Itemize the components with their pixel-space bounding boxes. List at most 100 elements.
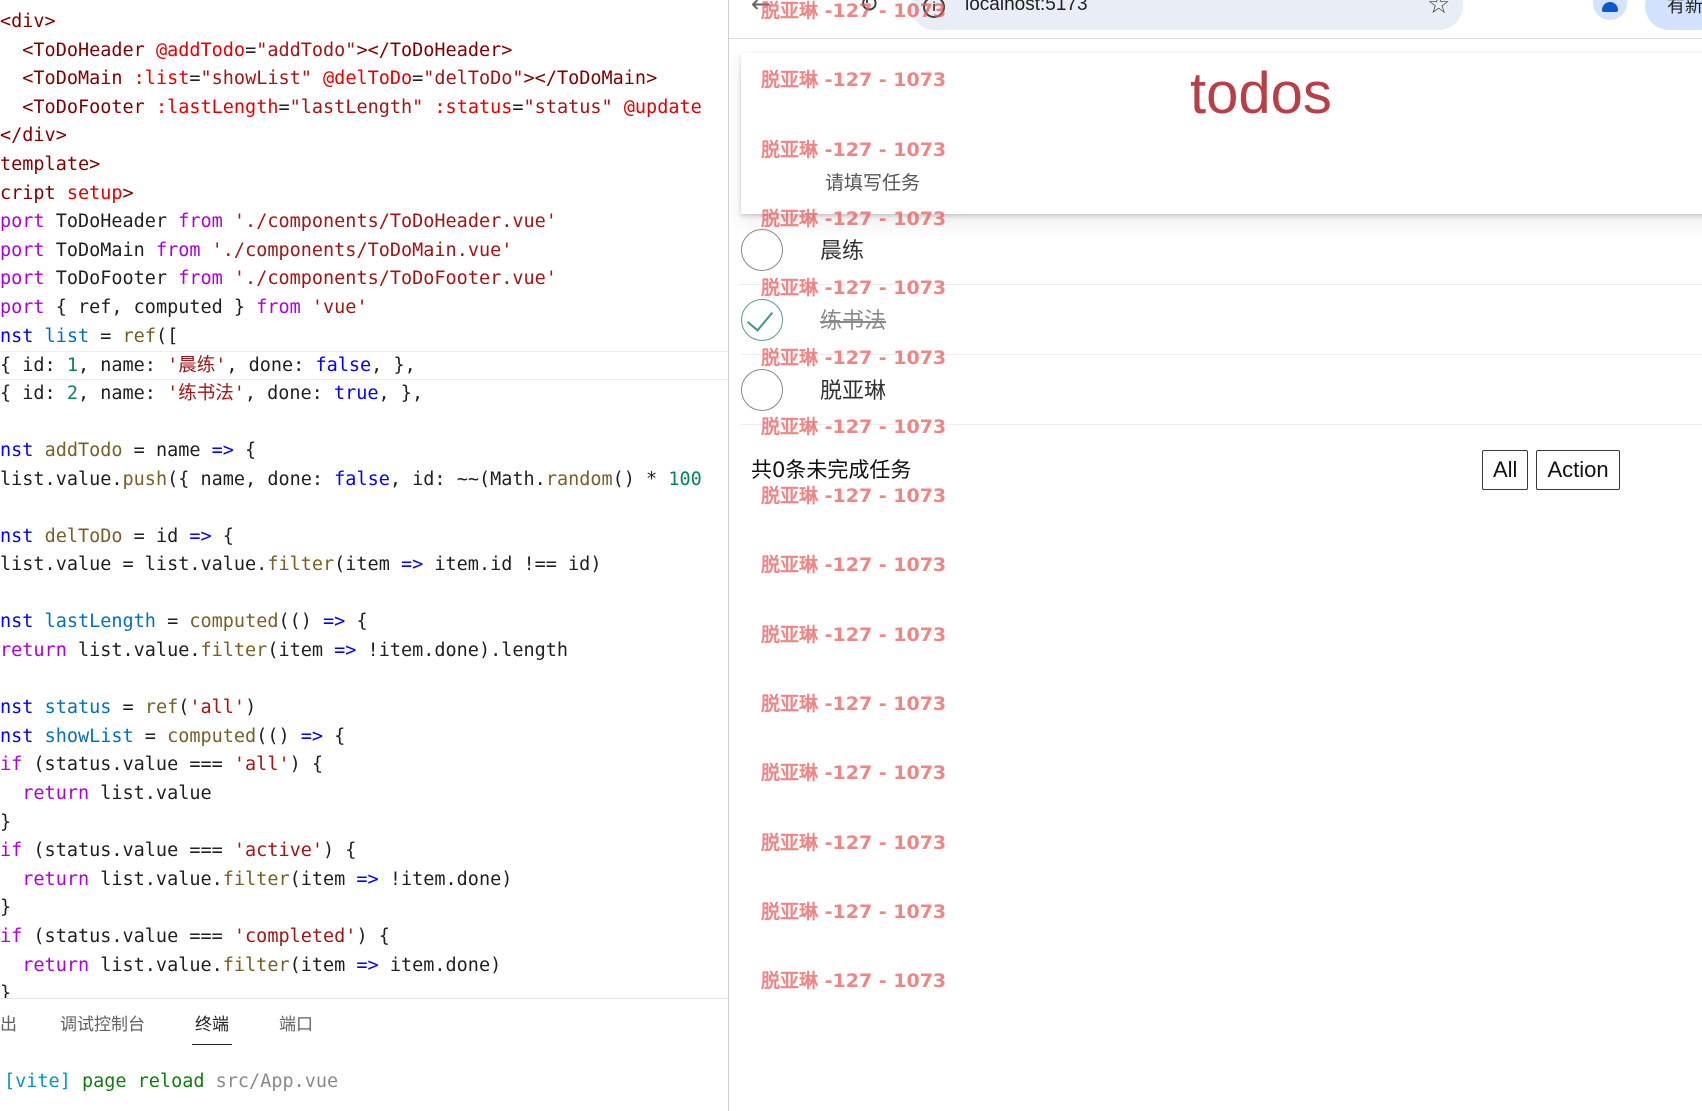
tab-output[interactable]: 出 xyxy=(0,999,35,1051)
code-line[interactable]: } xyxy=(0,894,728,923)
code-line[interactable]: if (status.value === 'all') { xyxy=(0,751,728,780)
back-arrow-icon[interactable]: ← xyxy=(751,0,771,18)
code-line[interactable]: nst lastLength = computed(() => { xyxy=(0,608,728,637)
site-info-icon[interactable]: i xyxy=(923,0,945,18)
code-token: nst xyxy=(0,697,34,719)
code-token: { xyxy=(323,725,346,747)
code-area[interactable]: <div> <ToDoHeader @addTodo="addTodo"></T… xyxy=(0,8,728,1004)
terminal-tag: [vite] xyxy=(4,1071,71,1092)
code-line[interactable]: port ToDoMain from './components/ToDoMai… xyxy=(0,237,728,266)
code-token: delToDo xyxy=(44,525,123,547)
address-bar[interactable]: i localhost:5173 ☆ xyxy=(911,0,1463,30)
code-line[interactable] xyxy=(0,580,728,609)
terminal-output[interactable]: [vite] page reload src/App.vue xyxy=(4,1071,338,1092)
code-token: showList xyxy=(44,725,134,747)
tab-terminal[interactable]: 终端 xyxy=(170,999,254,1051)
code-line[interactable] xyxy=(0,408,728,437)
code-token: ({ name, done: xyxy=(167,468,335,490)
update-button[interactable]: 有新版 xyxy=(1645,0,1702,30)
code-line[interactable] xyxy=(0,666,728,695)
todo-item[interactable]: 晨练 xyxy=(741,215,1702,285)
code-token: false xyxy=(334,468,390,490)
code-line[interactable]: </div> xyxy=(0,122,728,151)
count-prefix: 共 xyxy=(751,458,772,482)
code-line[interactable]: { id: 1, name: '晨练', done: false, }, xyxy=(0,351,728,380)
code-token: </div> xyxy=(0,125,67,147)
browser-window: ← ↻ i localhost:5173 ☆ 有新版 todos 晨练练书法脱亚… xyxy=(729,0,1702,1111)
code-token: "lastLength" xyxy=(289,96,424,118)
code-token: @addTodo xyxy=(155,39,246,61)
todo-item[interactable]: 脱亚琳 xyxy=(741,355,1702,425)
tab-ports[interactable]: 端口 xyxy=(254,999,338,1051)
code-token: () * xyxy=(612,468,669,490)
todo-toggle-checkbox[interactable] xyxy=(741,229,783,271)
profile-avatar-icon[interactable] xyxy=(1593,0,1627,20)
code-line[interactable]: <div> xyxy=(0,8,728,37)
code-token: { id: xyxy=(0,382,67,404)
code-line[interactable]: <ToDoFooter :lastLength="lastLength" :st… xyxy=(0,94,728,123)
code-line[interactable]: nst addTodo = name => { xyxy=(0,437,728,466)
app-title: todos xyxy=(1190,61,1332,126)
code-line[interactable]: list.value.push({ name, done: false, id:… xyxy=(0,466,728,495)
code-token: = xyxy=(155,611,190,633)
code-token: => xyxy=(334,640,357,662)
code-line[interactable]: if (status.value === 'completed') { xyxy=(0,923,728,952)
code-token: return xyxy=(22,868,90,890)
code-token: filter xyxy=(222,868,290,890)
code-token: !item.done).length xyxy=(356,640,569,662)
code-token: computed xyxy=(167,725,257,747)
code-token: item.id !== id) xyxy=(423,554,602,576)
bookmark-star-icon[interactable]: ☆ xyxy=(1427,0,1450,20)
code-token: random xyxy=(545,468,613,490)
code-token: <ToDoFooter xyxy=(22,96,145,118)
reload-icon[interactable]: ↻ xyxy=(859,0,879,18)
todo-label[interactable]: 晨练 xyxy=(820,233,864,265)
code-line[interactable]: list.value = list.value.filter(item => i… xyxy=(0,551,728,580)
code-line[interactable]: nst showList = computed(() => { xyxy=(0,723,728,752)
code-token: from xyxy=(256,296,301,318)
code-line[interactable]: return list.value.filter(item => item.do… xyxy=(0,952,728,981)
todo-item[interactable]: 练书法 xyxy=(741,285,1702,355)
code-line[interactable]: } xyxy=(0,809,728,838)
code-line[interactable]: template> xyxy=(0,151,728,180)
code-token: filter xyxy=(200,640,268,662)
code-line[interactable]: nst status = ref('all') xyxy=(0,694,728,723)
code-line[interactable]: { id: 2, name: '练书法', done: true, }, xyxy=(0,380,728,409)
code-token: <div> xyxy=(0,11,56,32)
code-line[interactable]: if (status.value === 'active') { xyxy=(0,837,728,866)
todo-label[interactable]: 脱亚琳 xyxy=(820,373,886,405)
filter-action-button[interactable]: Action xyxy=(1536,450,1620,490)
code-token: ></ToDoHeader> xyxy=(356,39,513,61)
code-line[interactable]: return list.value.filter(item => !item.d… xyxy=(0,866,728,895)
code-token: list.value. xyxy=(0,468,123,490)
code-token: 100 xyxy=(668,468,702,490)
code-token: :status xyxy=(434,96,513,118)
todo-label[interactable]: 练书法 xyxy=(820,303,886,335)
code-line[interactable] xyxy=(0,494,728,523)
url-text[interactable]: localhost:5173 xyxy=(965,0,1088,16)
todo-toggle-checkbox[interactable] xyxy=(741,299,783,341)
code-line[interactable]: port ToDoFooter from './components/ToDoF… xyxy=(0,265,728,294)
filter-all-button[interactable]: All xyxy=(1482,450,1529,490)
code-line[interactable]: <ToDoMain :list="showList" @delToDo="del… xyxy=(0,65,728,94)
code-token: ToDoFooter xyxy=(44,268,179,290)
todo-toggle-checkbox[interactable] xyxy=(741,369,783,411)
code-editor[interactable]: <div> <ToDoHeader @addTodo="addTodo"></T… xyxy=(0,0,728,1111)
tab-debug-console[interactable]: 调试控制台 xyxy=(35,999,170,1051)
code-token: port xyxy=(0,211,45,233)
code-line[interactable]: port ToDoHeader from './components/ToDoH… xyxy=(0,208,728,237)
code-line[interactable]: return list.value.filter(item => !item.d… xyxy=(0,637,728,666)
code-line[interactable]: port { ref, computed } from 'vue' xyxy=(0,294,728,323)
code-line[interactable]: <ToDoHeader @addTodo="addTodo"></ToDoHea… xyxy=(0,37,728,66)
code-line[interactable]: nst delToDo = id => { xyxy=(0,523,728,552)
code-line[interactable]: cript setup> xyxy=(0,180,728,209)
code-line[interactable]: nst list = ref([ xyxy=(0,323,728,352)
new-todo-input[interactable] xyxy=(741,153,1702,213)
code-line[interactable]: return list.value xyxy=(0,780,728,809)
